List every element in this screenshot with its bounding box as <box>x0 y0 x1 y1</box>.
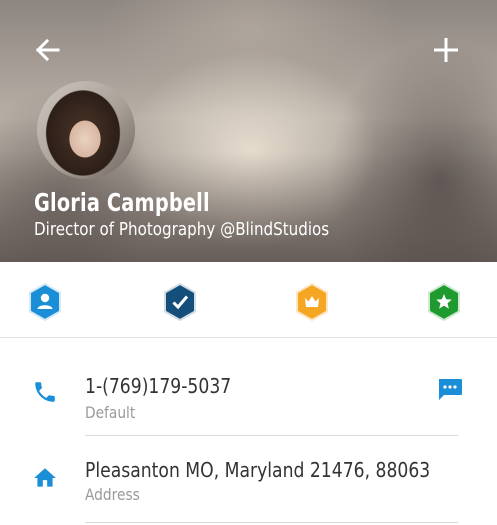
phone-number: 1-(769)179-5037 <box>85 374 232 398</box>
avatar[interactable] <box>37 81 135 179</box>
arrow-back-icon[interactable] <box>28 30 68 70</box>
verified-badge-icon[interactable] <box>163 283 197 321</box>
plus-icon[interactable] <box>426 30 466 70</box>
phone-icon <box>32 379 58 405</box>
badge-bar <box>0 262 497 338</box>
divider <box>85 522 458 523</box>
phone-label: Default <box>85 403 136 422</box>
home-icon <box>32 465 58 491</box>
profile-name: Gloria Campbell <box>34 188 210 217</box>
address-text: Pleasanton MO, Maryland 21476, 88063 <box>85 458 431 482</box>
profile-header: Gloria Campbell Director of Photography … <box>0 0 497 262</box>
crown-badge-icon[interactable] <box>295 283 329 321</box>
contact-row-address[interactable]: Pleasanton MO, Maryland 21476, 88063 Add… <box>0 436 497 525</box>
address-label: Address <box>85 485 140 504</box>
contact-row-phone[interactable]: 1-(769)179-5037 Default <box>0 338 497 436</box>
message-icon[interactable] <box>436 377 464 403</box>
star-badge-icon[interactable] <box>427 283 461 321</box>
person-badge-icon[interactable] <box>28 283 62 321</box>
profile-title: Director of Photography @BlindStudios <box>34 219 330 240</box>
